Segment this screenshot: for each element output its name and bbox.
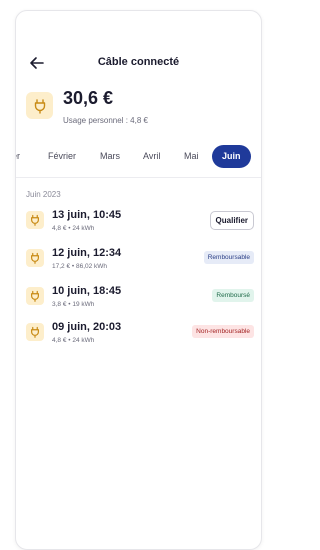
session-meta: 4,8 € • 24 kWh — [52, 225, 95, 232]
plug-icon-badge — [26, 249, 44, 267]
tab-mars[interactable]: Mars — [100, 151, 120, 161]
section-label: Juin 2023 — [26, 190, 61, 199]
session-row[interactable]: 09 juin, 20:03 4,8 € • 24 kWh Non-rembou… — [26, 321, 254, 351]
plug-icon — [31, 326, 39, 338]
plug-icon-badge — [26, 323, 44, 341]
header: Câble connecté — [16, 53, 261, 77]
total-amount: 30,6 € — [63, 88, 114, 108]
tab-janvier[interactable]: ier — [16, 151, 20, 161]
plug-icon-badge — [26, 287, 44, 305]
month-tabs: ier Février Mars Avril Mai Juin — [16, 143, 261, 171]
session-row[interactable]: 13 juin, 10:45 4,8 € • 24 kWh Qualifier — [26, 209, 254, 239]
summary-card: 30,6 € Usage personnel : 4,8 € — [26, 86, 256, 134]
session-meta: 4,8 € • 24 kWh — [52, 337, 95, 344]
session-row[interactable]: 10 juin, 18:45 3,8 € • 19 kWh Remboursé — [26, 285, 254, 315]
divider — [16, 177, 261, 178]
session-date: 13 juin, 10:45 — [52, 209, 122, 221]
status-badge-refundable: Remboursable — [203, 251, 254, 264]
session-row[interactable]: 12 juin, 12:34 17,2 € • 86,02 kWh Rembou… — [26, 247, 254, 277]
page-title: Câble connecté — [97, 56, 180, 68]
session-date: 12 juin, 12:34 — [52, 247, 122, 259]
session-date: 10 juin, 18:45 — [52, 285, 122, 297]
plug-icon-badge — [26, 92, 53, 119]
plug-icon — [31, 214, 39, 226]
tab-juin[interactable]: Juin — [212, 145, 251, 168]
session-date: 09 juin, 20:03 — [52, 321, 122, 333]
plug-icon — [34, 98, 45, 114]
plug-icon — [31, 252, 39, 264]
session-meta: 3,8 € • 19 kWh — [52, 301, 95, 308]
phone-screen: Câble connecté 30,6 € Usage personnel : … — [15, 10, 262, 550]
tab-fevrier[interactable]: Février — [48, 151, 76, 161]
plug-icon-badge — [26, 211, 44, 229]
qualify-button[interactable]: Qualifier — [209, 211, 254, 230]
tab-mai[interactable]: Mai — [184, 151, 199, 161]
plug-icon — [31, 290, 39, 302]
tab-avril[interactable]: Avril — [143, 151, 160, 161]
status-badge-nonrefundable: Non-remboursable — [192, 325, 254, 338]
session-meta: 17,2 € • 86,02 kWh — [52, 263, 108, 270]
personal-usage: Usage personnel : 4,8 € — [63, 116, 148, 125]
status-badge-refunded: Remboursé — [212, 289, 254, 302]
